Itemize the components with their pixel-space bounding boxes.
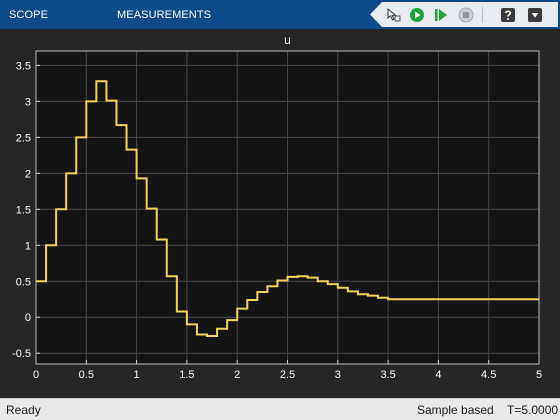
status-bar: Ready Sample based T=5.0000 [0, 398, 560, 420]
y-tick-label: 1 [25, 240, 31, 252]
toolbar-divider [482, 7, 483, 23]
x-tick-label: 2.5 [280, 369, 295, 381]
y-tick-label: 2 [25, 168, 31, 180]
y-tick-label: 1.5 [16, 204, 31, 216]
run-icon[interactable] [409, 7, 425, 23]
y-tick-label: 0.5 [16, 276, 31, 288]
help-icon[interactable] [500, 7, 516, 23]
status-ready: Ready [6, 403, 41, 417]
x-tick-label: 0.5 [79, 369, 94, 381]
stop-icon[interactable] [458, 7, 474, 23]
step-forward-icon[interactable] [433, 7, 449, 23]
y-tick-label: -0.5 [12, 348, 31, 360]
tab-measurements[interactable]: MEASUREMENTS [117, 9, 211, 21]
scope-axes[interactable]: 0 0.5 1 1.5 2 2.5 3 3.5 4 4.5 5-0.500.511.522.533.… [0, 29, 560, 398]
x-tick-label: 4 [435, 369, 441, 381]
x-tick-label: 1.5 [179, 369, 194, 381]
x-tick-label: 4.5 [481, 369, 496, 381]
dropdown-icon[interactable] [527, 7, 543, 23]
x-tick-label: 3 [335, 369, 341, 381]
status-sample-mode: Sample based [417, 403, 494, 417]
plot-title: u [284, 33, 291, 47]
x-tick-label: 2 [234, 369, 240, 381]
x-tick-label: 3.5 [380, 369, 395, 381]
y-tick-label: 3 [25, 96, 31, 108]
ruler-arrow-icon[interactable] [385, 7, 401, 23]
x-tick-label: 5 [536, 369, 542, 381]
y-tick-label: 3.5 [16, 60, 31, 72]
scope-plot-area: 0 0.5 1 1.5 2 2.5 3 3.5 4 4.5 5 -0.5 0 0.5 1 1.5 2 2.5 3 3.… [0, 29, 560, 398]
toolstrip: SCOPE MEASUREMENTS [0, 0, 560, 29]
quick-access-bar [370, 2, 558, 27]
x-tick-label: 1 [134, 369, 140, 381]
x-tick-label: 0 [33, 369, 39, 381]
status-sim-time: T=5.0000 [507, 403, 559, 417]
y-tick-label: 2.5 [16, 132, 31, 144]
y-tick-label: 0 [25, 312, 31, 324]
tab-scope[interactable]: SCOPE [9, 9, 48, 21]
